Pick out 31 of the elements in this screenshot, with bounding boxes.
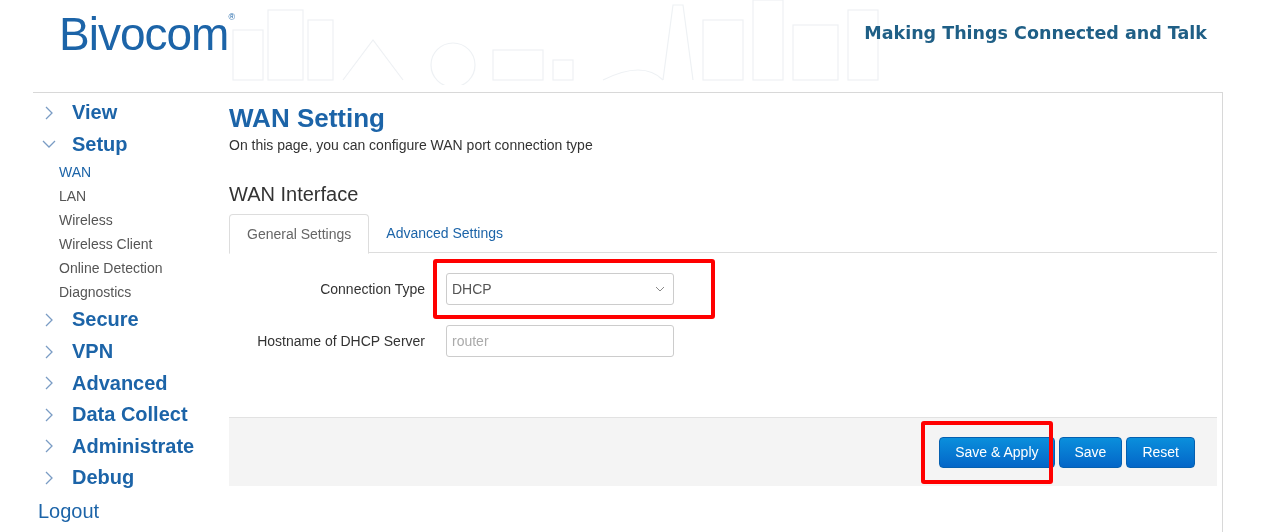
- action-button[interactable]: Save & Apply: [939, 436, 1055, 468]
- nav-item[interactable]: Administrate: [38, 430, 229, 463]
- nav-item[interactable]: Setup: [38, 128, 229, 161]
- nav-item[interactable]: Secure: [38, 304, 229, 336]
- nav-subitem[interactable]: Wireless Client: [38, 232, 229, 257]
- nav-subitem[interactable]: LAN: [38, 184, 229, 209]
- select-field[interactable]: DHCP: [446, 273, 674, 305]
- nav-subitem[interactable]: Diagnostics: [38, 280, 229, 305]
- nav-item[interactable]: View: [38, 97, 229, 129]
- nav-item[interactable]: Debug: [38, 462, 229, 494]
- nav-subitem[interactable]: Wireless: [38, 208, 229, 233]
- brand-logo: Bivocom: [59, 8, 229, 60]
- nav-item[interactable]: VPN: [38, 335, 229, 368]
- nav-subitem[interactable]: WAN: [38, 160, 229, 185]
- page-title: WAN Setting: [229, 102, 386, 135]
- nav-item[interactable]: Data Collect: [38, 398, 229, 431]
- tab[interactable]: Advanced Settings: [369, 214, 521, 252]
- registered-mark: ®: [228, 12, 236, 22]
- nav-subitem[interactable]: Online Detection: [38, 256, 229, 281]
- section-title: WAN Interface: [229, 183, 360, 206]
- caret-icon: [655, 286, 665, 292]
- action-button[interactable]: Reset: [1126, 436, 1195, 468]
- input-field[interactable]: router: [446, 325, 674, 357]
- logout-link[interactable]: Logout: [38, 495, 229, 526]
- tab[interactable]: General Settings: [229, 214, 370, 254]
- page-description: On this page, you can configure WAN port connection type: [229, 137, 594, 153]
- field-label: Hostname of DHCP Server: [256, 333, 425, 349]
- field-label: Connection Type: [319, 281, 425, 297]
- tagline: Making Things Connected and Talk: [864, 23, 1207, 43]
- action-button[interactable]: Save: [1058, 436, 1123, 468]
- nav-item[interactable]: Advanced: [38, 367, 229, 399]
